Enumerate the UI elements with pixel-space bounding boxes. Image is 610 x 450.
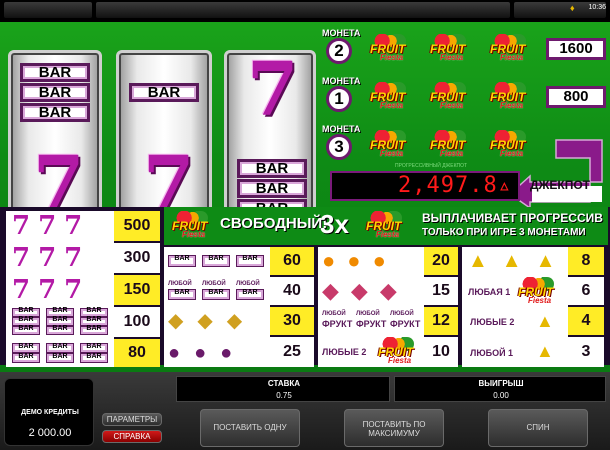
pay-value: 3 <box>568 337 604 367</box>
seven-icons: 777 <box>12 211 91 241</box>
pay-value: 300 <box>114 243 160 273</box>
any-1-label: ЛЮБОЙ 1 <box>470 348 514 358</box>
fruit-fiesta-logo: FRUIT Fiesta <box>424 80 474 112</box>
win-field: ВЫИГРЫШ 0.00 <box>394 376 606 402</box>
reel-3: 7 BAR BAR BAR <box>224 47 316 228</box>
pay-value: 80 <box>114 339 160 367</box>
pay-value: 20 <box>424 247 458 275</box>
payout-box: 1600 <box>546 38 606 60</box>
clock: 10:36 <box>588 4 606 11</box>
free-label: СВОБОДНЫЙ! <box>220 215 328 232</box>
coin-count[interactable]: 3 <box>326 134 352 160</box>
bet-label: СТАВКА <box>267 379 301 388</box>
pay-value: 4 <box>568 307 604 335</box>
fruit-fiesta-logo: FRUIT Fiesta <box>484 32 534 64</box>
reel-2: BAR 7 <box>116 50 212 228</box>
coin-count[interactable]: 2 <box>326 38 352 64</box>
fruit-fiesta-logo: FRUIT Fiesta <box>166 209 216 241</box>
bar-symbol: BAR <box>20 63 90 82</box>
params-button[interactable]: ПАРАМЕТРЫ <box>102 413 162 426</box>
any-1-label: ЛЮБАЯ 1 <box>468 287 511 297</box>
pay-value: 500 <box>114 211 160 241</box>
watermelon-icons: ◆◆◆ <box>322 278 409 303</box>
pay-value: 8 <box>568 247 604 275</box>
win-value: 0.00 <box>493 391 509 400</box>
bar-icons: BAR BAR BAR <box>168 255 266 269</box>
status-bar: ♦ 10:36 <box>0 0 610 22</box>
bar-icons: BAR BAR BAR BAR BAR BAR <box>12 341 112 365</box>
pay-value: 15 <box>424 277 458 305</box>
pay-value: 30 <box>270 307 314 335</box>
progressive-line-1: ВЫПЛАЧИВАЕТ ПРОГРЕССИВ <box>422 211 603 225</box>
pay-value: 25 <box>270 337 314 367</box>
multiplier-label: 3x <box>320 209 349 239</box>
any-fruit-labels: ЛЮБОЙ ЛЮБОЙ ЛЮБОЙ ФРУКТ ФРУКТ ФРУКТ <box>322 311 421 329</box>
plum-icons: ●●● <box>168 342 247 364</box>
paytable: 500 300 150 100 80 777 777 777 BAR BAR B… <box>0 207 610 367</box>
pay-value: 10 <box>424 337 458 367</box>
coin-count[interactable]: 1 <box>326 86 352 112</box>
bar-symbol: BAR <box>129 83 199 102</box>
fruit-fiesta-logo: FRUIT Fiesta <box>364 32 414 64</box>
fruit-fiesta-logo: FRUIT Fiesta <box>424 128 474 160</box>
coin-label: МОНЕТА <box>322 124 361 134</box>
fruit-fiesta-logo: FRUIT Fiesta <box>424 32 474 64</box>
pay-value: 100 <box>114 307 160 337</box>
bar-symbol: BAR <box>20 83 90 102</box>
jackpot-arrow <box>510 139 603 208</box>
bar-symbol: BAR <box>20 103 90 122</box>
pay-value: 150 <box>114 275 160 305</box>
coin-row-2: МОНЕТА 2 FRUIT Fiesta FRUIT Fiesta FRUIT Fi… <box>322 28 607 70</box>
orange-icons: ●●● <box>322 248 398 273</box>
pay-value: 60 <box>270 247 314 275</box>
jackpot-display: 2,497.8▵ <box>330 171 520 201</box>
coin-label: МОНЕТА <box>322 76 361 86</box>
any-bar-icons: ЛЮБОЙ ЛЮБОЙ ЛЮБОЙ BAR BAR BAR <box>168 281 266 301</box>
bar-symbol: BAR <box>237 159 307 178</box>
progressive-line-2: ТОЛЬКО ПРИ ИГРЕ 3 МОНЕТАМИ <box>422 227 586 238</box>
spin-button[interactable]: СПИН <box>488 409 588 447</box>
seven-icons: 777 <box>12 243 91 273</box>
bell-icon: ▲ <box>536 341 554 361</box>
seven-icons: 777 <box>12 275 91 305</box>
coin-row-1: МОНЕТА 1 FRUIT Fiesta FRUIT Fiesta FRUIT Fi… <box>322 76 607 118</box>
credits-value: 2 000.00 <box>28 427 72 439</box>
bell-icons: ▲▲▲ <box>468 250 570 272</box>
bar-symbol: BAR <box>237 179 307 198</box>
payout-box: 800 <box>546 86 606 108</box>
credits-label: ДЕМО КРЕДИТЫ <box>21 409 79 416</box>
fruit-fiesta-logo: FRUIT Fiesta <box>484 80 534 112</box>
bell-icon: ♦ <box>570 3 575 13</box>
bet-value: 0.75 <box>276 391 292 400</box>
status-segment <box>4 2 92 18</box>
reel-1: BAR BAR BAR 7 <box>8 50 102 228</box>
bet-max-button[interactable]: ПОСТАВИТЬ ПО МАКСИМУМУ <box>344 409 444 447</box>
status-segment <box>96 2 510 18</box>
jackpot-label: ДЖЕКПОТ <box>530 178 591 192</box>
fruit-fiesta-logo: FRUIT Fiesta <box>364 80 414 112</box>
pay-value: 6 <box>568 277 604 305</box>
bet-field: СТАВКА 0.75 <box>176 376 390 402</box>
free-banner: FRUIT Fiesta СВОБОДНЫЙ! 3x FRUIT Fiesta ВЫ… <box>164 207 608 245</box>
coin-label: МОНЕТА <box>322 28 361 38</box>
bet-one-button[interactable]: ПОСТАВИТЬ ОДНУ <box>200 409 300 447</box>
jackpot-sublabel: ПРОГРЕССИВНЫЙ ДЖЕКПОТ <box>395 163 468 169</box>
bell-icon: ▲ <box>536 311 554 331</box>
pineapple-icons: ◆◆◆ <box>168 310 257 332</box>
fruit-fiesta-logo: FRUIT Fiesta <box>360 209 410 241</box>
help-button[interactable]: СПРАВКА <box>102 430 162 443</box>
any-2-label: ЛЮБЫЕ 2 <box>322 347 367 357</box>
fruit-fiesta-logo: FRUIT Fiesta <box>512 275 562 307</box>
pay-value: 40 <box>270 277 314 305</box>
seven-symbol: 7 <box>247 47 299 133</box>
win-label: ВЫИГРЫШ <box>478 379 524 388</box>
bar-icons: BAR BAR BAR BAR BAR BAR BAR BAR BAR <box>12 307 112 336</box>
any-2-label: ЛЮБЫЕ 2 <box>470 317 515 327</box>
fruit-fiesta-logo: FRUIT Fiesta <box>372 335 422 367</box>
credits-panel: ДЕМО КРЕДИТЫ 2 000.00 <box>4 378 94 446</box>
fruit-fiesta-logo: FRUIT Fiesta <box>364 128 414 160</box>
pay-value: 12 <box>424 307 458 335</box>
